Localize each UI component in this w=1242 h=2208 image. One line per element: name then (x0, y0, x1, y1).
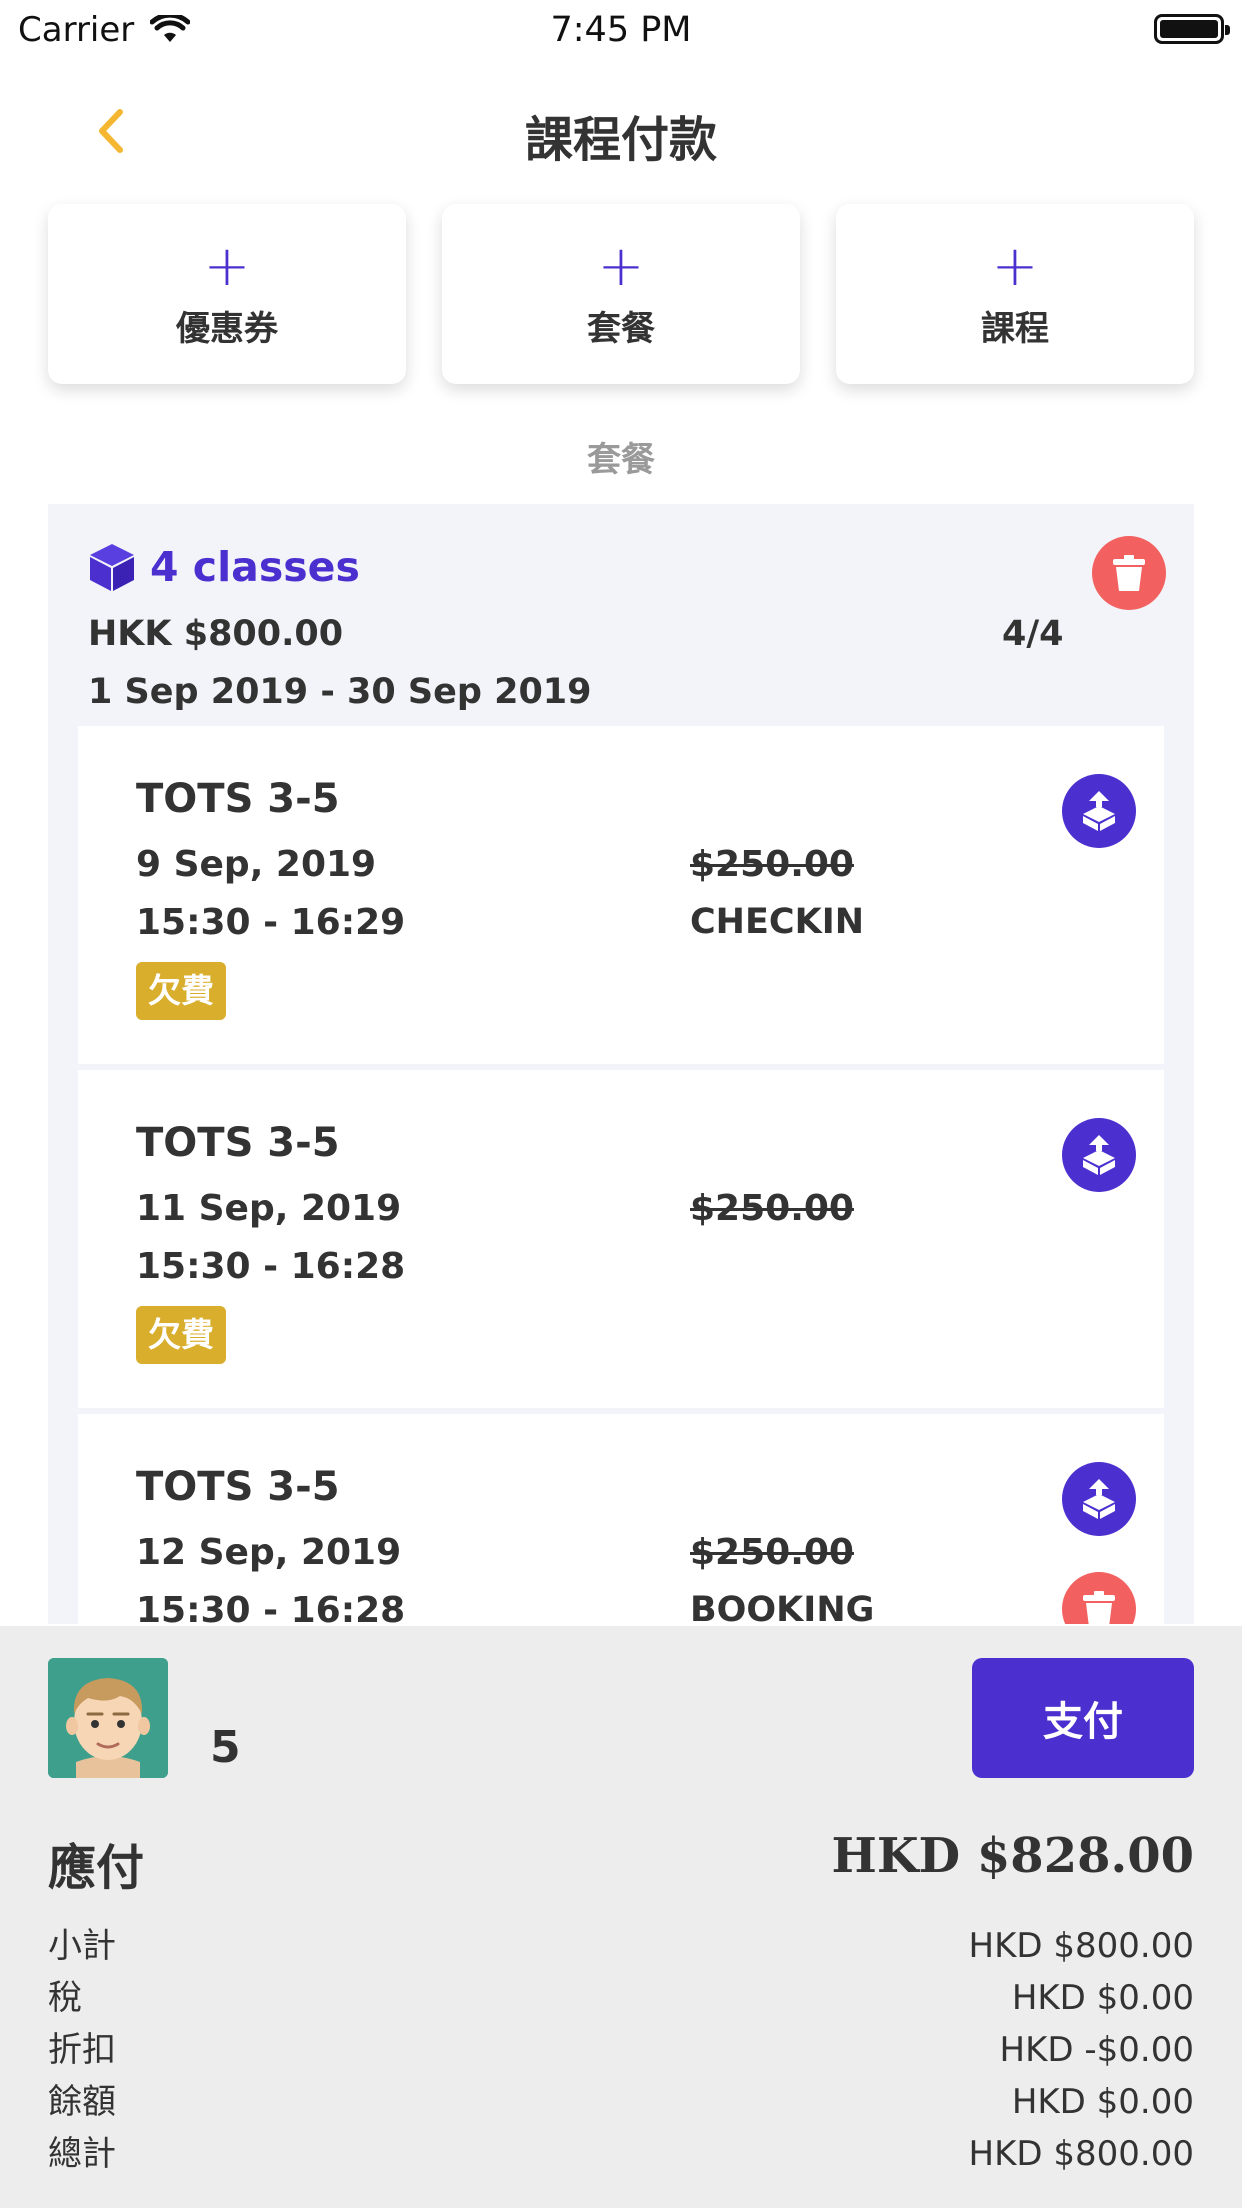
battery-icon (1154, 14, 1230, 44)
class-status: CHECKIN (690, 902, 865, 942)
unpaid-badge: 欠費 (136, 962, 226, 1020)
section-label: 套餐 (587, 440, 655, 480)
package-price: HKK $800.00 (88, 614, 344, 654)
summary-row-balance: 餘額 HKD $0.00 (48, 2076, 1194, 2128)
class-original-price: $250.00 (690, 1532, 854, 1573)
class-date: 9 Sep, 2019 (136, 844, 377, 885)
class-original-price: $250.00 (690, 844, 854, 885)
summary-label: 稅 (48, 1978, 82, 2018)
summary-label: 折扣 (48, 2030, 116, 2070)
class-item: TOTS 3-5 11 Sep, 2019 15:30 - 16:28 $250… (78, 1070, 1164, 1408)
add-course-label: 課程 (981, 308, 1049, 349)
move-package-icon (1083, 1135, 1115, 1175)
class-original-price: $250.00 (690, 1188, 854, 1229)
checkout-panel: 5 支付 應付 HKD $828.00 小計 HKD $800.00 稅 HKD… (0, 1626, 1242, 2208)
summary-value: HKD $0.00 (1011, 2082, 1194, 2122)
summary-row-subtotal: 小計 HKD $800.00 (48, 1920, 1194, 1972)
add-coupon-label: 優惠券 (176, 308, 278, 349)
package-card: 4 classes HKK $800.00 4/4 1 Sep 2019 - 3… (48, 504, 1194, 1624)
class-title: TOTS 3-5 (136, 1464, 340, 1510)
package-name: 4 classes (150, 543, 360, 591)
nav-bar: 課程付款 (0, 60, 1242, 200)
class-time: 15:30 - 16:28 (136, 1590, 406, 1624)
class-list: TOTS 3-5 9 Sep, 2019 15:30 - 16:29 $250.… (78, 726, 1164, 1624)
summary-label: 餘額 (48, 2082, 116, 2122)
move-package-icon (1083, 791, 1115, 831)
summary-value: HKD -$0.00 (999, 2030, 1194, 2070)
class-item: TOTS 3-5 9 Sep, 2019 15:30 - 16:29 $250.… (78, 726, 1164, 1064)
add-package-button[interactable]: + 套餐 (442, 204, 800, 384)
delete-class-button[interactable] (1062, 1572, 1136, 1624)
add-package-label: 套餐 (587, 308, 655, 349)
avatar[interactable] (48, 1658, 168, 1778)
unpaid-badge: 欠費 (136, 1306, 226, 1364)
summary-value: HKD $0.00 (1011, 1978, 1194, 2018)
summary-row-discount: 折扣 HKD -$0.00 (48, 2024, 1194, 2076)
plus-icon: + (597, 233, 645, 299)
class-title: TOTS 3-5 (136, 776, 340, 822)
item-quantity: 5 (210, 1722, 241, 1773)
cube-icon (90, 544, 134, 591)
amount-due-label: 應付 (48, 1840, 145, 1896)
plus-icon: + (991, 233, 1039, 299)
add-buttons-row: + 優惠券 + 套餐 + 課程 (48, 204, 1194, 384)
price-summary: 小計 HKD $800.00 稅 HKD $0.00 折扣 HKD -$0.00… (48, 1920, 1194, 2180)
summary-row-tax: 稅 HKD $0.00 (48, 1972, 1194, 2024)
add-coupon-button[interactable]: + 優惠券 (48, 204, 406, 384)
amount-due-value: HKD $828.00 (831, 1828, 1194, 1884)
summary-label: 總計 (48, 2134, 116, 2174)
status-time: 7:45 PM (550, 10, 692, 50)
package-header: 4 classes (88, 542, 360, 592)
move-out-of-package-button[interactable] (1062, 774, 1136, 848)
delete-package-button[interactable] (1092, 536, 1166, 610)
page-title: 課程付款 (524, 112, 717, 168)
package-date-range: 1 Sep 2019 - 30 Sep 2019 (88, 672, 592, 712)
status-bar: Carrier 7:45 PM (0, 0, 1242, 60)
summary-value: HKD $800.00 (968, 2134, 1194, 2174)
class-time: 15:30 - 16:29 (136, 902, 406, 943)
class-date: 12 Sep, 2019 (136, 1532, 402, 1573)
plus-icon: + (203, 233, 251, 299)
package-usage-count: 4/4 (1002, 614, 1064, 654)
class-date: 11 Sep, 2019 (136, 1188, 402, 1229)
summary-row-total: 總計 HKD $800.00 (48, 2128, 1194, 2180)
add-course-button[interactable]: + 課程 (836, 204, 1194, 384)
move-out-of-package-button[interactable] (1062, 1462, 1136, 1536)
avatar-icon (48, 1658, 168, 1778)
class-item: TOTS 3-5 12 Sep, 2019 15:30 - 16:28 $250… (78, 1414, 1164, 1624)
summary-label: 小計 (48, 1926, 116, 1966)
trash-icon (1083, 1591, 1115, 1624)
move-package-icon (1083, 1479, 1115, 1519)
class-status: BOOKING (690, 1590, 875, 1624)
trash-icon (1113, 555, 1145, 591)
class-time: 15:30 - 16:28 (136, 1246, 406, 1287)
move-out-of-package-button[interactable] (1062, 1118, 1136, 1192)
pay-button[interactable]: 支付 (972, 1658, 1194, 1778)
class-title: TOTS 3-5 (136, 1120, 340, 1166)
summary-value: HKD $800.00 (968, 1926, 1194, 1966)
